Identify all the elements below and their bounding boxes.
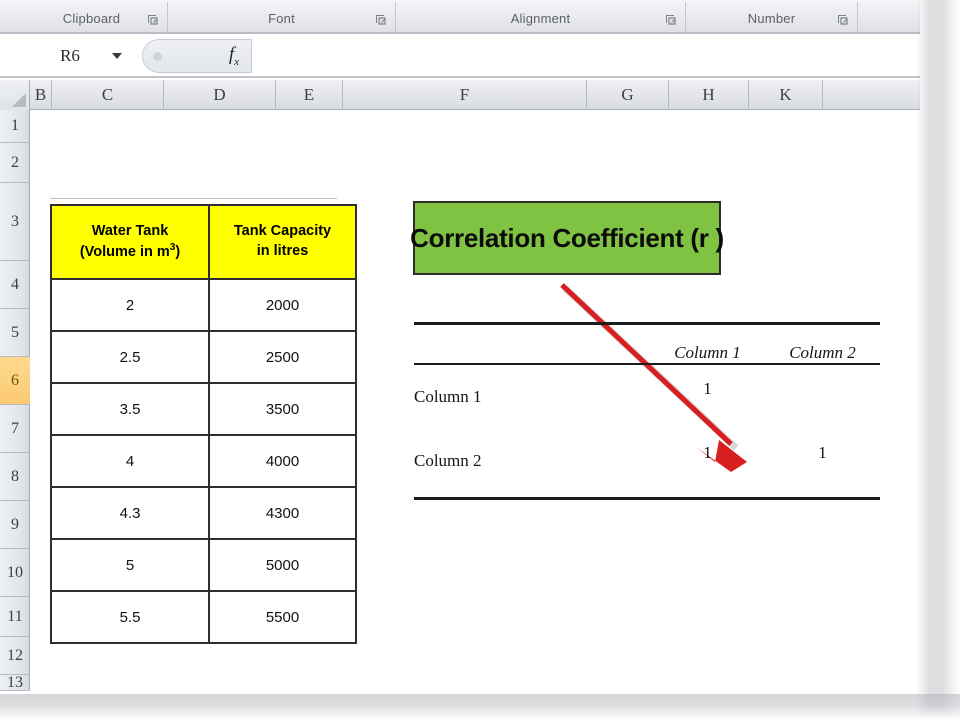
formula-input[interactable]	[252, 38, 920, 74]
table-row: 5 5000	[50, 538, 357, 592]
select-all-icon[interactable]	[0, 80, 30, 110]
cell-tank-capacity: 4000	[208, 434, 357, 488]
spreadsheet-grid: BCDEFGHK 1 2 3 4 5 6 7 8 9 10 11 12 13 Water Tank (V…	[0, 80, 920, 702]
cell-tank-capacity: 2500	[208, 330, 357, 384]
ribbon-group-label: Alignment	[510, 10, 571, 26]
table-row: 4 4000	[50, 434, 357, 488]
matrix-row-label-1: Column 1	[414, 387, 482, 406]
name-box[interactable]: R6	[0, 36, 140, 76]
formula-bar: R6 fx	[0, 36, 920, 78]
matrix-value-r1c1: 1	[703, 379, 712, 398]
dialog-launcher-icon[interactable]	[147, 14, 158, 25]
dialog-launcher-icon[interactable]	[665, 14, 676, 25]
table-row: 5.5 5500	[50, 590, 357, 644]
table-header-water-tank: Water Tank (Volume in m3)	[50, 204, 210, 280]
ribbon-group-label: Number	[747, 10, 796, 26]
matrix-value-r1c2	[765, 364, 880, 429]
cell-water-tank: 5.5	[50, 590, 210, 644]
row-header-10[interactable]: 10	[0, 549, 30, 597]
ribbon-group-label: Font	[268, 10, 295, 26]
cell-tank-capacity: 3500	[208, 382, 357, 436]
matrix-header-row: Column 1 Column 2	[414, 329, 880, 365]
table-header-tank-capacity: Tank Capacity in litres	[208, 204, 357, 280]
ribbon-group-label: Clipboard	[62, 10, 121, 26]
row-header-column: 1 2 3 4 5 6 7 8 9 10 11 12 13	[0, 110, 30, 691]
table-row: 4.3 4300	[50, 486, 357, 540]
formula-bar-controls[interactable]: fx	[142, 39, 252, 73]
column-headers: BCDEFGHK	[30, 80, 823, 110]
excel-screenshot: Clipboard Font Alignment Number R6 fx B …	[0, 0, 960, 720]
column-header-h[interactable]: H	[669, 80, 749, 110]
column-header-e[interactable]: E	[276, 80, 343, 110]
table-header-row: Water Tank (Volume in m3) Tank Capacity …	[50, 204, 357, 280]
row-header-8[interactable]: 8	[0, 453, 30, 501]
ribbon-group-number[interactable]: Number	[686, 2, 858, 34]
stray-gridline	[50, 198, 337, 199]
cell-tank-capacity: 2000	[208, 278, 357, 332]
cell-water-tank: 5	[50, 538, 210, 592]
table-row: 2.5 2500	[50, 330, 357, 384]
row-header-12[interactable]: 12	[0, 637, 30, 675]
matrix-row-label-2: Column 2	[414, 451, 482, 470]
row-header-2[interactable]: 2	[0, 143, 30, 183]
sheet-canvas[interactable]: Water Tank (Volume in m3) Tank Capacity …	[31, 110, 920, 702]
row-header-11[interactable]: 11	[0, 597, 30, 637]
column-header-c[interactable]: C	[52, 80, 164, 110]
table-row: 3.5 3500	[50, 382, 357, 436]
column-header-row: BCDEFGHK	[0, 80, 920, 110]
cell-tank-capacity: 5000	[208, 538, 357, 592]
row-header-9[interactable]: 9	[0, 501, 30, 549]
row-header-4[interactable]: 4	[0, 261, 30, 309]
matrix-bottom-rule	[414, 493, 880, 500]
header-line-1: Water Tank	[91, 222, 169, 239]
callout-label: Correlation Coefficient (r )	[410, 222, 724, 253]
ribbon-group-clipboard[interactable]: Clipboard	[16, 2, 168, 34]
cell-tank-capacity: 4300	[208, 486, 357, 540]
ribbon-group-alignment[interactable]: Alignment	[396, 2, 686, 34]
ribbon-group-strip: Clipboard Font Alignment Number	[0, 0, 920, 34]
header-line-2: (Volume in m3)	[79, 242, 181, 260]
matrix-value-r2c1: 1	[703, 443, 712, 462]
name-box-value: R6	[60, 46, 80, 65]
matrix-bottom-rule-row	[414, 493, 880, 500]
cell-water-tank: 4	[50, 434, 210, 488]
cancel-enter-indicator-icon	[153, 51, 162, 61]
header-line-2: in litres	[256, 243, 309, 259]
matrix-value-r2c2: 1	[818, 443, 827, 462]
cell-water-tank: 4.3	[50, 486, 210, 540]
column-header-g[interactable]: G	[587, 80, 669, 110]
row-header-1[interactable]: 1	[0, 110, 30, 143]
matrix-row: Column 1 1	[414, 364, 880, 429]
ribbon-group-tail	[858, 2, 918, 34]
ribbon-group-font[interactable]: Font	[168, 2, 396, 34]
row-header-3[interactable]: 3	[0, 183, 30, 261]
table-row: 2 2000	[50, 278, 357, 332]
chevron-down-icon[interactable]	[112, 53, 122, 59]
row-header-13[interactable]: 13	[0, 674, 30, 691]
frame-shadow-right	[916, 0, 960, 720]
correlation-matrix: Column 1 Column 2 Column 1 1 Column 2 1 …	[414, 322, 880, 500]
dialog-launcher-icon[interactable]	[837, 14, 848, 25]
matrix-col-header-1: Column 1	[650, 329, 765, 365]
row-header-6[interactable]: 6	[0, 357, 30, 405]
column-header-k[interactable]: K	[749, 80, 823, 110]
dialog-launcher-icon[interactable]	[375, 14, 386, 25]
insert-function-icon[interactable]: fx	[229, 44, 239, 68]
column-header-d[interactable]: D	[164, 80, 276, 110]
matrix-corner-blank	[414, 329, 650, 365]
water-tank-table: Water Tank (Volume in m3) Tank Capacity …	[50, 204, 357, 644]
matrix-col-header-2: Column 2	[765, 329, 880, 365]
column-header-b[interactable]: B	[30, 80, 52, 110]
matrix-row: Column 2 1 1	[414, 429, 880, 493]
row-header-5[interactable]: 5	[0, 309, 30, 357]
cell-water-tank: 3.5	[50, 382, 210, 436]
cell-water-tank: 2	[50, 278, 210, 332]
column-header-f[interactable]: F	[343, 80, 587, 110]
row-header-7[interactable]: 7	[0, 405, 30, 453]
cell-tank-capacity: 5500	[208, 590, 357, 644]
header-line-1: Tank Capacity	[233, 223, 332, 240]
correlation-coefficient-callout: Correlation Coefficient (r )	[410, 201, 724, 275]
cell-water-tank: 2.5	[50, 330, 210, 384]
